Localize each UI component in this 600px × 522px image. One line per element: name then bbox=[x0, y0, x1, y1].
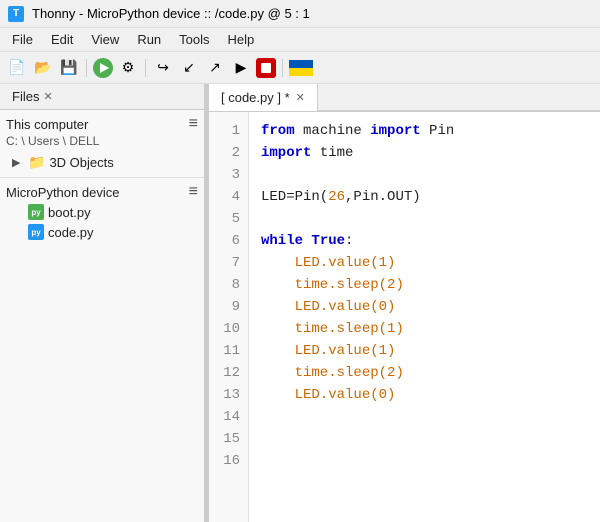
code-line bbox=[261, 428, 588, 450]
line-number: 15 bbox=[217, 428, 240, 450]
line-numbers: 12345678910111213141516 bbox=[209, 112, 249, 522]
step-out-button[interactable]: ↗ bbox=[204, 57, 226, 79]
micropython-device-menu-btn[interactable]: ≡ bbox=[189, 184, 198, 200]
micropython-device-header: MicroPython device ≡ bbox=[0, 182, 204, 202]
resume-button[interactable]: ▶ bbox=[230, 57, 252, 79]
menu-help[interactable]: Help bbox=[220, 30, 263, 49]
code-line: time.sleep(2) bbox=[261, 274, 588, 296]
code-tab[interactable]: [ code.py ] * ✕ bbox=[209, 84, 318, 111]
flag-bottom bbox=[289, 68, 313, 76]
micropython-device-title: MicroPython device bbox=[6, 185, 119, 200]
line-number: 9 bbox=[217, 296, 240, 318]
toolbar-separator-3 bbox=[282, 59, 283, 77]
code-line bbox=[261, 208, 588, 230]
line-number: 8 bbox=[217, 274, 240, 296]
tree-item-label: 3D Objects bbox=[49, 155, 113, 170]
files-tab-close[interactable]: ✕ bbox=[43, 90, 52, 103]
menu-tools[interactable]: Tools bbox=[171, 30, 217, 49]
code-line: time.sleep(1) bbox=[261, 318, 588, 340]
run-icon bbox=[100, 63, 109, 73]
this-computer-menu-btn[interactable]: ≡ bbox=[189, 116, 198, 132]
line-number: 13 bbox=[217, 384, 240, 406]
menu-view[interactable]: View bbox=[83, 30, 127, 49]
new-file-button[interactable]: 📄 bbox=[6, 57, 28, 79]
file-item-code-py[interactable]: py code.py bbox=[0, 222, 204, 242]
line-number: 7 bbox=[217, 252, 240, 274]
menu-run[interactable]: Run bbox=[129, 30, 169, 49]
step-over-button[interactable]: ↪ bbox=[152, 57, 174, 79]
run-button[interactable] bbox=[93, 58, 113, 78]
code-line bbox=[261, 406, 588, 428]
boot-py-icon: py bbox=[28, 204, 44, 220]
code-area: 12345678910111213141516 from machine imp… bbox=[209, 112, 600, 522]
this-computer-title: This computer bbox=[6, 117, 88, 132]
line-number: 10 bbox=[217, 318, 240, 340]
stop-button[interactable] bbox=[256, 58, 276, 78]
toolbar: 📄 📂 💾 ⚙ ↪ ↙ ↗ ▶ bbox=[0, 52, 600, 84]
boot-py-label: boot.py bbox=[48, 205, 91, 220]
flag-top bbox=[289, 60, 313, 68]
ukraine-flag bbox=[289, 60, 313, 76]
micropython-device-label: MicroPython device bbox=[6, 185, 119, 200]
code-content[interactable]: from machine import Pinimport time LED=P… bbox=[249, 112, 600, 522]
file-item-boot-py[interactable]: py boot.py bbox=[0, 202, 204, 222]
line-number: 2 bbox=[217, 142, 240, 164]
code-py-icon: py bbox=[28, 224, 44, 240]
this-computer-label: This computer bbox=[6, 117, 88, 132]
line-number: 5 bbox=[217, 208, 240, 230]
line-number: 4 bbox=[217, 186, 240, 208]
files-panel: Files ✕ This computer ≡ C: \ Users \ DEL… bbox=[0, 84, 205, 522]
code-line: from machine import Pin bbox=[261, 120, 588, 142]
files-tab-bar: Files ✕ bbox=[0, 84, 204, 110]
code-tab-close[interactable]: ✕ bbox=[296, 91, 305, 104]
code-line: while True: bbox=[261, 230, 588, 252]
this-computer-section: This computer ≡ C: \ Users \ DELL ▶ 📁 3D… bbox=[0, 110, 204, 177]
code-line: LED.value(0) bbox=[261, 384, 588, 406]
this-computer-path: C: \ Users \ DELL bbox=[0, 134, 204, 152]
open-file-button[interactable]: 📂 bbox=[32, 57, 54, 79]
folder-icon: 📁 bbox=[28, 154, 45, 171]
code-line: import time bbox=[261, 142, 588, 164]
menu-bar: File Edit View Run Tools Help bbox=[0, 28, 600, 52]
line-number: 14 bbox=[217, 406, 240, 428]
line-number: 1 bbox=[217, 120, 240, 142]
line-number: 16 bbox=[217, 450, 240, 472]
code-line bbox=[261, 450, 588, 472]
line-number: 6 bbox=[217, 230, 240, 252]
code-editor-panel: [ code.py ] * ✕ 12345678910111213141516 … bbox=[209, 84, 600, 522]
micropython-device-section: MicroPython device ≡ py boot.py py code.… bbox=[0, 177, 204, 246]
code-line: LED.value(1) bbox=[261, 252, 588, 274]
toolbar-separator-1 bbox=[86, 59, 87, 77]
tree-item-3d-objects[interactable]: ▶ 📁 3D Objects bbox=[0, 152, 204, 173]
title-bar: T Thonny - MicroPython device :: /code.p… bbox=[0, 0, 600, 28]
line-number: 11 bbox=[217, 340, 240, 362]
expand-icon: ▶ bbox=[12, 156, 24, 169]
save-file-button[interactable]: 💾 bbox=[58, 57, 80, 79]
files-tab[interactable]: Files ✕ bbox=[6, 87, 61, 106]
code-line: time.sleep(2) bbox=[261, 362, 588, 384]
code-line: LED.value(0) bbox=[261, 296, 588, 318]
line-number: 12 bbox=[217, 362, 240, 384]
app-icon: T bbox=[8, 6, 24, 22]
line-number: 3 bbox=[217, 164, 240, 186]
code-line: LED=Pin(26,Pin.OUT) bbox=[261, 186, 588, 208]
code-tab-label: [ code.py ] * bbox=[221, 90, 290, 105]
code-line: LED.value(1) bbox=[261, 340, 588, 362]
toolbar-separator-2 bbox=[145, 59, 146, 77]
title-bar-text: Thonny - MicroPython device :: /code.py … bbox=[32, 6, 310, 21]
menu-file[interactable]: File bbox=[4, 30, 41, 49]
code-line bbox=[261, 164, 588, 186]
code-py-label: code.py bbox=[48, 225, 94, 240]
menu-edit[interactable]: Edit bbox=[43, 30, 81, 49]
stop-icon bbox=[261, 63, 271, 73]
files-tab-label: Files bbox=[12, 89, 39, 104]
debug-button[interactable]: ⚙ bbox=[117, 57, 139, 79]
step-into-button[interactable]: ↙ bbox=[178, 57, 200, 79]
this-computer-header: This computer ≡ bbox=[0, 114, 204, 134]
code-tab-bar: [ code.py ] * ✕ bbox=[209, 84, 600, 112]
main-layout: Files ✕ This computer ≡ C: \ Users \ DEL… bbox=[0, 84, 600, 522]
files-scroll-area[interactable]: This computer ≡ C: \ Users \ DELL ▶ 📁 3D… bbox=[0, 110, 204, 522]
